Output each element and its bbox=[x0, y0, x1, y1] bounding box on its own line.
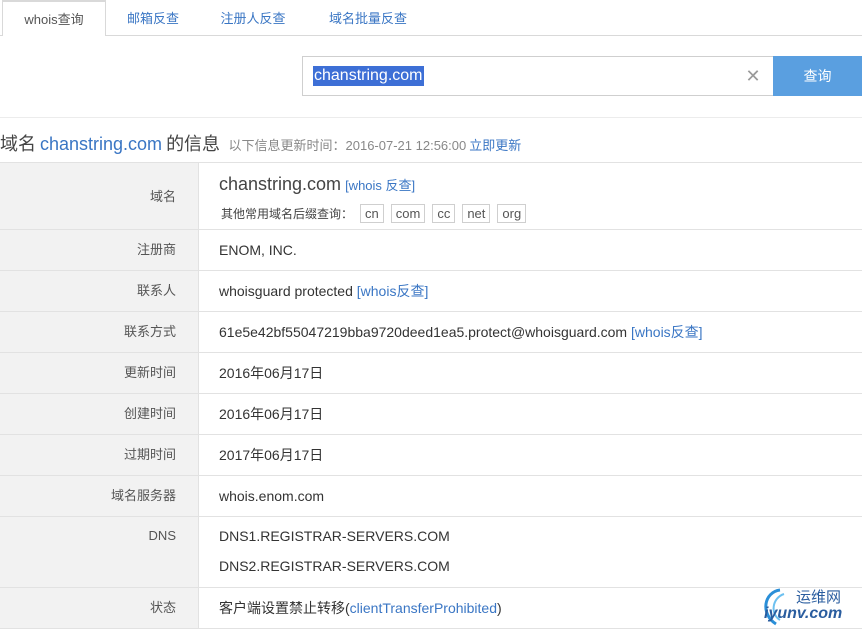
tab-email-reverse[interactable]: 邮箱反查 bbox=[110, 0, 196, 36]
row-value: DNS1.REGISTRAR-SERVERS.COM DNS2.REGISTRA… bbox=[199, 517, 862, 587]
whois-reverse-link[interactable]: [whois 反查] bbox=[345, 178, 415, 193]
row-label: 创建时间 bbox=[0, 394, 199, 434]
status-close: ) bbox=[497, 600, 502, 616]
table-row-name-server: 域名服务器 whois.enom.com bbox=[0, 476, 862, 517]
row-value: whois.enom.com bbox=[219, 488, 325, 504]
search-input[interactable]: chanstring.com bbox=[313, 66, 424, 86]
row-value: 61e5e42bf55047219bba9720deed1ea5.protect… bbox=[199, 312, 862, 352]
dns-server-2: DNS2.REGISTRAR-SERVERS.COM bbox=[219, 558, 450, 574]
tab-registrant-reverse[interactable]: 注册人反查 bbox=[203, 0, 303, 36]
contact-email: 61e5e42bf55047219bba9720deed1ea5.protect… bbox=[219, 324, 628, 340]
suffix-cn-button[interactable]: cn bbox=[360, 204, 384, 223]
table-row-contact: 联系人 whoisguard protected [whois反查] bbox=[0, 271, 862, 312]
suffix-net-button[interactable]: net bbox=[462, 204, 491, 223]
suffix-org-button[interactable]: org bbox=[497, 204, 527, 223]
row-value: 2017年06月17日 bbox=[219, 447, 324, 463]
table-row-expires: 过期时间 2017年06月17日 bbox=[0, 435, 862, 476]
row-value: 2016年06月17日 bbox=[219, 406, 324, 422]
search-area: chanstring.com ✕ 查询 bbox=[0, 36, 862, 118]
row-label: 过期时间 bbox=[0, 435, 199, 475]
dns-server-1: DNS1.REGISTRAR-SERVERS.COM bbox=[219, 528, 450, 544]
suffix-cc-button[interactable]: cc bbox=[432, 204, 456, 223]
table-row-status: 状态 客户端设置禁止转移(clientTransferProhibited) bbox=[0, 588, 862, 629]
contact-name: whoisguard protected bbox=[219, 283, 353, 299]
row-value: chanstring.com [whois 反查] 其他常用域名后缀查询： cn co… bbox=[199, 163, 862, 229]
tab-whois-query[interactable]: whois查询 bbox=[2, 0, 106, 37]
search-box: chanstring.com ✕ bbox=[302, 56, 774, 96]
updated-timestamp: 以下信息更新时间：2016-07-21 12:56:00 bbox=[228, 138, 467, 153]
search-button[interactable]: 查询 bbox=[773, 56, 862, 96]
table-row-created: 创建时间 2016年06月17日 bbox=[0, 394, 862, 435]
watermark-url: iyunv.com bbox=[764, 605, 843, 622]
watermark-name: 运维网 bbox=[796, 588, 842, 606]
table-row-updated: 更新时间 2016年06月17日 bbox=[0, 353, 862, 394]
page-title: 域名 chanstring.com 的信息 以下信息更新时间：2016-07-21 … bbox=[0, 130, 521, 156]
table-row-contact-method: 联系方式 61e5e42bf55047219bba9720deed1ea5.pr… bbox=[0, 312, 862, 353]
whois-info-table: 域名 chanstring.com [whois 反查] 其他常用域名后缀查询： c… bbox=[0, 162, 862, 629]
email-whois-link[interactable]: [whois反查] bbox=[631, 324, 703, 340]
suffix-prompt: 其他常用域名后缀查询： bbox=[221, 207, 354, 221]
row-value: whoisguard protected [whois反查] bbox=[199, 271, 862, 311]
row-label: 域名服务器 bbox=[0, 476, 199, 516]
suffix-com-button[interactable]: com bbox=[390, 204, 426, 223]
table-row-domain: 域名 chanstring.com [whois 反查] 其他常用域名后缀查询： c… bbox=[0, 163, 862, 230]
divider bbox=[0, 117, 862, 118]
table-row-dns: DNS DNS1.REGISTRAR-SERVERS.COM DNS2.REGI… bbox=[0, 517, 862, 588]
title-suffix: 的信息 bbox=[166, 134, 221, 154]
contact-whois-link[interactable]: [whois反查] bbox=[357, 283, 429, 299]
domain-name: chanstring.com bbox=[219, 174, 342, 194]
title-domain: chanstring.com bbox=[40, 134, 163, 154]
update-now-link[interactable]: 立即更新 bbox=[469, 138, 521, 153]
row-value: ENOM, INC. bbox=[219, 242, 297, 258]
status-text: 客户端设置禁止转移( bbox=[219, 600, 350, 616]
row-label: 联系方式 bbox=[0, 312, 199, 352]
row-label: 注册商 bbox=[0, 230, 199, 270]
status-code-link[interactable]: clientTransferProhibited bbox=[350, 600, 497, 616]
row-label: DNS bbox=[0, 517, 199, 587]
row-label: 状态 bbox=[0, 588, 199, 628]
row-label: 更新时间 bbox=[0, 353, 199, 393]
row-label: 域名 bbox=[0, 163, 199, 229]
tab-bar: whois查询 邮箱反查 注册人反查 域名批量反查 bbox=[0, 0, 862, 37]
watermark-logo: 运维网 iyunv.com bbox=[758, 584, 862, 631]
clear-icon[interactable]: ✕ bbox=[745, 67, 761, 85]
tab-batch-reverse[interactable]: 域名批量反查 bbox=[313, 0, 423, 36]
row-value: 2016年06月17日 bbox=[219, 365, 324, 381]
table-row-registrar: 注册商 ENOM, INC. bbox=[0, 230, 862, 271]
row-label: 联系人 bbox=[0, 271, 199, 311]
title-prefix: 域名 bbox=[0, 134, 36, 154]
